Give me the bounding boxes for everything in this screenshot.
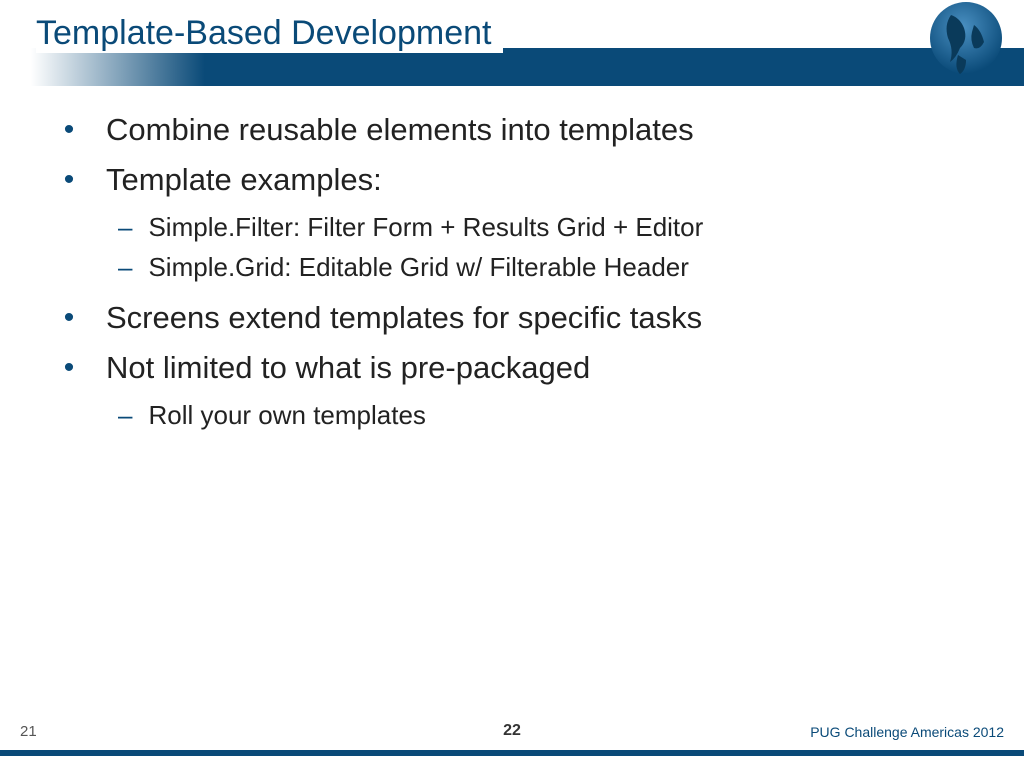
- sub-bullet-item: – Simple.Grid: Editable Grid w/ Filterab…: [118, 250, 964, 284]
- bullet-dash-icon: –: [118, 250, 132, 284]
- slide-body: • Combine reusable elements into templat…: [60, 110, 964, 438]
- slide-footer: 21 22 PUG Challenge Americas 2012: [0, 720, 1024, 750]
- bullet-dash-icon: –: [118, 210, 132, 244]
- footer-event-label: PUG Challenge Americas 2012: [810, 724, 1004, 740]
- title-bar: [0, 48, 1024, 86]
- sub-bullet-text: Roll your own templates: [148, 398, 425, 432]
- bullet-item: • Not limited to what is pre-packaged: [60, 348, 964, 388]
- sub-bullet-item: – Roll your own templates: [118, 398, 964, 432]
- bullet-item: • Combine reusable elements into templat…: [60, 110, 964, 150]
- bullet-text: Template examples:: [106, 160, 382, 200]
- bullet-dot-icon: •: [60, 160, 78, 200]
- bullet-dot-icon: •: [60, 348, 78, 388]
- sub-bullet-item: – Simple.Filter: Filter Form + Results G…: [118, 210, 964, 244]
- sub-bullet-text: Simple.Grid: Editable Grid w/ Filterable…: [148, 250, 688, 284]
- bullet-text: Not limited to what is pre-packaged: [106, 348, 590, 388]
- bullet-text: Screens extend templates for specific ta…: [106, 298, 702, 338]
- bullet-dash-icon: –: [118, 398, 132, 432]
- globe-americas-icon: [896, 0, 1016, 90]
- bullet-item: • Screens extend templates for specific …: [60, 298, 964, 338]
- bullet-dot-icon: •: [60, 110, 78, 150]
- sub-bullet-text: Simple.Filter: Filter Form + Results Gri…: [148, 210, 703, 244]
- slide-title: Template-Based Development: [36, 14, 503, 53]
- bullet-dot-icon: •: [60, 298, 78, 338]
- bullet-text: Combine reusable elements into templates: [106, 110, 694, 150]
- bullet-item: • Template examples:: [60, 160, 964, 200]
- footer-divider: [0, 750, 1024, 756]
